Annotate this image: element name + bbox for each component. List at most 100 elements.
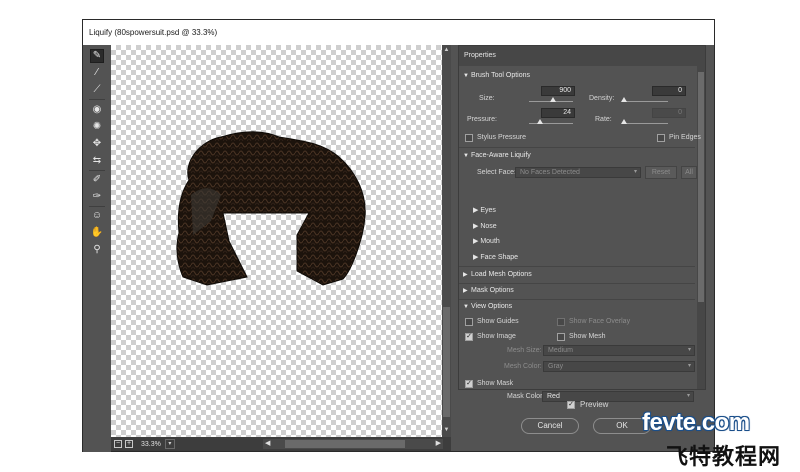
watermark-domain: fevte.com (642, 409, 750, 436)
face-tool-icon[interactable]: ☺ (90, 209, 104, 223)
chevron-down-icon: ▾ (686, 393, 690, 399)
panel-scroll-thumb[interactable] (698, 72, 704, 302)
expanded-triangle-icon: ▼ (463, 304, 469, 310)
density-input[interactable]: 0 (652, 86, 686, 96)
pin-edges-checkbox[interactable] (657, 134, 665, 142)
properties-title: Properties (459, 46, 705, 66)
dialog-title: Liquify (80spowersuit.psd @ 33.3%) (83, 20, 714, 45)
tool-divider (89, 206, 105, 207)
section-label: Mask Options (471, 287, 514, 294)
hair-layer-image (176, 131, 366, 286)
preview-canvas[interactable] (111, 45, 442, 437)
section-face-aware-liquify[interactable]: ▼ Face-Aware Liquify (463, 149, 695, 163)
all-button[interactable]: All (681, 166, 697, 179)
chevron-down-icon: ▾ (687, 363, 691, 369)
select-face-value: No Faces Detected (520, 169, 580, 176)
face-item-label: Mouth (480, 238, 500, 245)
slider-knob[interactable] (621, 97, 627, 102)
twirl-icon[interactable]: ◉ (90, 103, 104, 117)
mesh-size-dropdown[interactable]: Medium ▾ (543, 345, 695, 356)
face-item-label: Nose (480, 223, 497, 230)
size-input[interactable]: 900 (541, 86, 575, 96)
zoom-dropdown-icon[interactable]: ▾ (164, 439, 175, 449)
size-slider[interactable] (529, 97, 573, 102)
zoom-out-button[interactable]: − (114, 440, 122, 448)
push-left-icon[interactable]: ⇆ (90, 154, 104, 168)
mask-color-dropdown[interactable]: Red ▾ (542, 391, 694, 402)
horizontal-scroll-thumb[interactable] (285, 440, 405, 448)
hand-icon[interactable]: ✋ (90, 226, 104, 240)
section-mask-options[interactable]: ▶ Mask Options (463, 284, 695, 298)
watermark-site-name: 飞特教程网 (666, 444, 782, 469)
pressure-slider[interactable] (529, 119, 573, 124)
show-mesh-checkbox[interactable] (557, 333, 565, 341)
select-face-label: Select Face: (477, 169, 516, 176)
tool-column: ✎ ⁄ ⟋ ◉ ✺ ✥ ⇆ ✐ ✑ ☺ ✋ ⚲ (83, 45, 111, 452)
show-guides-checkbox[interactable] (465, 318, 473, 326)
pin-edges-label: Pin Edges (669, 134, 701, 141)
pressure-label: Pressure: (467, 116, 497, 123)
face-item-face-shape[interactable]: ▶ Face Shape (473, 253, 518, 263)
cancel-button[interactable]: Cancel (521, 418, 579, 434)
section-load-mesh-options[interactable]: ▶ Load Mesh Options (463, 268, 695, 282)
section-label: View Options (471, 303, 513, 310)
select-face-dropdown[interactable]: No Faces Detected ▾ (515, 167, 641, 178)
section-label: Face-Aware Liquify (471, 152, 531, 159)
section-label: Brush Tool Options (471, 72, 531, 79)
preview-checkbox[interactable]: ✓ (567, 401, 575, 409)
face-item-mouth[interactable]: ▶ Mouth (473, 237, 500, 247)
rate-label: Rate: (595, 116, 612, 123)
chevron-down-icon: ▾ (633, 169, 637, 175)
section-view-options[interactable]: ▼ View Options (463, 300, 695, 314)
mask-color-value: Red (547, 393, 560, 400)
section-brush-tool-options[interactable]: ▼ Brush Tool Options (463, 69, 695, 83)
stylus-pressure-checkbox[interactable] (465, 134, 473, 142)
divider (459, 147, 695, 148)
scroll-right-icon[interactable]: ▶ (436, 439, 441, 449)
thaw-mask-icon[interactable]: ✑ (90, 190, 104, 204)
section-label: Load Mesh Options (471, 271, 532, 278)
reset-button[interactable]: Reset (645, 166, 677, 179)
show-image-label: Show Image (477, 333, 516, 340)
density-slider[interactable] (621, 97, 668, 102)
reconstruct-icon[interactable]: ⁄ (90, 66, 104, 80)
canvas-vertical-scrollbar[interactable]: ▲ ▼ (442, 45, 451, 437)
scroll-down-icon[interactable]: ▼ (442, 427, 451, 433)
stylus-pressure-label: Stylus Pressure (477, 134, 527, 141)
smooth-icon[interactable]: ⟋ (90, 83, 104, 97)
show-mask-checkbox[interactable]: ✓ (465, 380, 473, 388)
scroll-up-icon[interactable]: ▲ (442, 47, 451, 53)
expanded-triangle-icon: ▼ (463, 153, 469, 159)
face-item-nose[interactable]: ▶ Nose (473, 222, 497, 232)
vertical-scroll-thumb[interactable] (443, 307, 450, 417)
liquify-dialog: Liquify (80spowersuit.psd @ 33.3%) ✎ ⁄ ⟋… (82, 19, 715, 452)
show-face-overlay-checkbox[interactable] (557, 318, 565, 326)
scroll-left-icon[interactable]: ◀ (265, 439, 270, 449)
pucker-icon[interactable]: ✺ (90, 120, 104, 134)
divider (459, 266, 695, 267)
bloat-icon[interactable]: ✥ (90, 137, 104, 151)
collapsed-triangle-icon: ▶ (463, 288, 468, 294)
show-guides-label: Show Guides (477, 318, 519, 325)
canvas-status-bar: − + 33.3% ▾ ◀ ▶ (111, 437, 451, 451)
face-item-eyes[interactable]: ▶ Eyes (473, 206, 496, 216)
site-watermark: fevte.com 飞特教程网 (642, 409, 800, 471)
panel-scrollbar[interactable] (697, 66, 705, 389)
pressure-input[interactable]: 24 (541, 108, 575, 118)
tool-divider (89, 170, 105, 171)
rate-input[interactable]: 0 (652, 108, 686, 118)
face-item-label: Face Shape (480, 254, 519, 261)
canvas-horizontal-scrollbar[interactable]: ◀ ▶ (263, 439, 443, 449)
zoom-icon[interactable]: ⚲ (90, 243, 104, 257)
mesh-color-value: Gray (548, 363, 564, 370)
slider-knob[interactable] (536, 119, 543, 124)
zoom-in-button[interactable]: + (125, 440, 133, 448)
show-image-checkbox[interactable]: ✓ (465, 333, 473, 341)
preview-label: Preview (580, 400, 609, 409)
rate-slider[interactable] (621, 119, 668, 124)
slider-knob[interactable] (550, 97, 557, 102)
forward-warp-icon[interactable]: ✎ (90, 49, 104, 63)
mesh-color-dropdown[interactable]: Gray ▾ (543, 361, 695, 372)
slider-knob[interactable] (621, 119, 627, 124)
freeze-mask-icon[interactable]: ✐ (90, 173, 104, 187)
